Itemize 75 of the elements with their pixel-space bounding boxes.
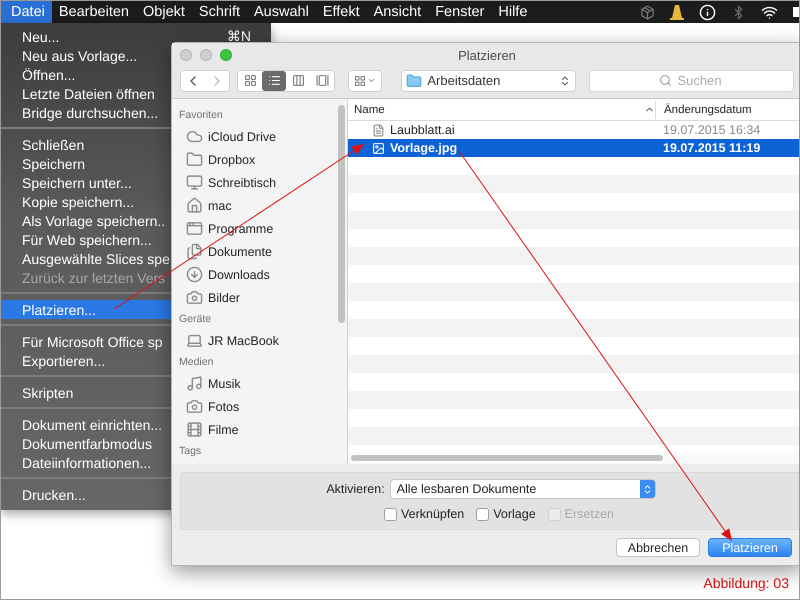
shortcut-label: ⌘N bbox=[226, 28, 251, 45]
gallery-icon bbox=[316, 74, 328, 87]
info-icon[interactable] bbox=[699, 4, 716, 20]
document-icon bbox=[372, 124, 385, 136]
image-file-icon bbox=[372, 142, 385, 154]
file-date: 19.07.2015 16:34 bbox=[663, 123, 760, 137]
folder-icon bbox=[186, 151, 203, 168]
menu-item[interactable]: Neu... ⌘N bbox=[1, 27, 271, 46]
sidebar-item[interactable]: Schreibtisch bbox=[179, 171, 336, 194]
menu-bar-item[interactable]: Auswahl bbox=[247, 1, 316, 23]
close-window-button[interactable] bbox=[180, 49, 192, 61]
menu-bar-item[interactable]: Ansicht bbox=[366, 1, 428, 23]
file-date: 19.07.2015 11:19 bbox=[663, 141, 760, 155]
checkbox[interactable] bbox=[384, 508, 397, 520]
menu-bar-item[interactable]: Hilfe bbox=[491, 1, 534, 23]
search-icon bbox=[659, 74, 672, 86]
menu-bar-item[interactable]: Effekt bbox=[316, 1, 367, 23]
cone-icon[interactable] bbox=[670, 4, 684, 20]
zoom-window-button[interactable] bbox=[220, 49, 232, 61]
download-icon bbox=[186, 266, 203, 283]
film-icon bbox=[186, 421, 203, 438]
caret-icon bbox=[367, 76, 376, 85]
path-dropdown[interactable]: Arbeitsdaten bbox=[401, 70, 576, 92]
stepper-icon bbox=[559, 74, 571, 86]
search-field[interactable]: Suchen bbox=[589, 70, 794, 92]
sidebar-item[interactable]: mac bbox=[179, 194, 336, 217]
folder-icon bbox=[406, 72, 422, 88]
arrange-button[interactable] bbox=[348, 70, 382, 92]
sidebar-item[interactable]: JR MacBook bbox=[179, 329, 336, 352]
file-row[interactable]: Vorlage.jpg 19.07.2015 11:19 bbox=[348, 139, 799, 157]
format-dropdown[interactable]: Alle lesbaren Dokumente bbox=[390, 479, 656, 499]
checkbox-option[interactable]: Verknüpfen bbox=[384, 507, 464, 521]
menu-bar-item[interactable]: Schrift bbox=[192, 1, 248, 23]
checkbox-option[interactable]: Vorlage bbox=[476, 507, 536, 521]
columns-icon bbox=[292, 74, 304, 87]
sidebar-item[interactable]: Filme bbox=[179, 418, 336, 441]
menu-bar-item[interactable]: Fenster bbox=[428, 1, 492, 23]
minimize-window-button[interactable] bbox=[200, 49, 212, 61]
menu-bar-item[interactable]: Objekt bbox=[136, 1, 192, 23]
sidebar-item[interactable]: Fotos bbox=[179, 395, 336, 418]
file-name: Laubblatt.ai bbox=[390, 123, 455, 137]
sidebar-item[interactable]: Downloads bbox=[179, 263, 336, 286]
camera-icon bbox=[186, 398, 203, 415]
file-name: Vorlage.jpg bbox=[390, 141, 458, 155]
grid-icon bbox=[354, 74, 366, 86]
format-label: Aktivieren: bbox=[326, 482, 385, 496]
scrollbar-thumb[interactable] bbox=[338, 105, 345, 323]
cloud-icon bbox=[186, 128, 203, 145]
menu-bar-item[interactable]: Datei bbox=[1, 1, 52, 23]
column-header[interactable]: Änderungsdatum bbox=[655, 100, 799, 118]
view-mode-button[interactable] bbox=[262, 70, 286, 90]
sidebar-item[interactable]: iCloud Drive bbox=[179, 125, 336, 148]
grid-icon bbox=[244, 74, 256, 87]
sidebar-heading: Medien bbox=[179, 355, 214, 370]
scrollbar-thumb[interactable] bbox=[351, 455, 663, 461]
sidebar-item[interactable]: Dropbox bbox=[179, 148, 336, 171]
sidebar-heading: Tags bbox=[179, 444, 202, 459]
music-note-icon bbox=[186, 375, 203, 392]
checkbox[interactable] bbox=[476, 508, 490, 520]
window-title: Platzieren bbox=[458, 48, 516, 62]
column-header[interactable]: Name bbox=[348, 104, 655, 116]
house-icon bbox=[186, 197, 203, 214]
laptop-icon bbox=[186, 332, 203, 349]
monitor-icon bbox=[186, 174, 203, 191]
files-icon bbox=[186, 243, 203, 260]
figure-caption: Abbildung: 03 bbox=[703, 575, 789, 591]
sidebar-item[interactable]: Musik bbox=[179, 372, 336, 395]
box-icon[interactable] bbox=[640, 4, 655, 20]
list-icon bbox=[268, 74, 280, 87]
dialog-button[interactable]: Abbrechen bbox=[616, 538, 700, 557]
camera-icon bbox=[186, 289, 203, 306]
app-window-icon bbox=[186, 220, 203, 237]
sidebar-heading: Favoriten bbox=[179, 108, 224, 123]
sidebar-item[interactable]: Dokumente bbox=[179, 240, 336, 263]
menu-bar-item[interactable]: Bearbeiten bbox=[52, 1, 136, 23]
